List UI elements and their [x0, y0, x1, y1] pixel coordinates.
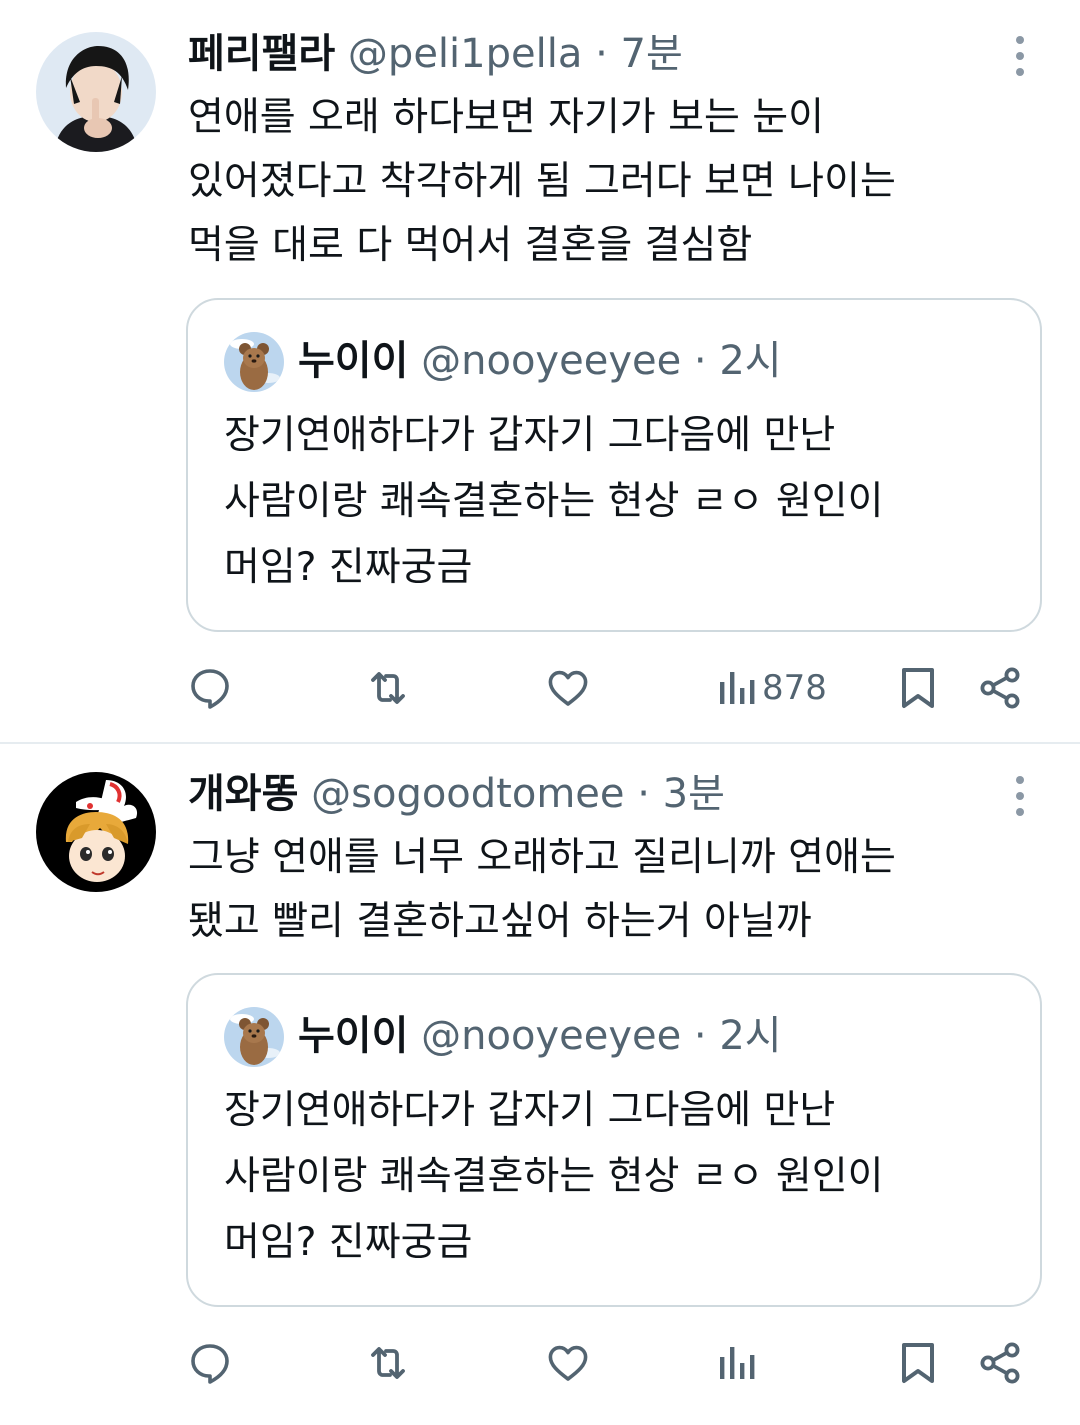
reply-button[interactable] — [186, 658, 234, 718]
share-icon — [980, 667, 1020, 709]
quoted-avatar — [224, 332, 284, 392]
tweet-header: 페리팰라 @peli1pella · 7분 — [188, 30, 990, 78]
bookmark-button[interactable] — [896, 658, 940, 718]
tweet[interactable]: 페리팰라 @peli1pella · 7분 연애를 오래 하다보면 자기가 보는… — [0, 0, 1080, 742]
share-button[interactable] — [976, 1333, 1024, 1393]
reply-icon — [191, 1344, 229, 1384]
quokka-avatar-image — [224, 1007, 284, 1067]
like-button[interactable] — [544, 658, 592, 718]
reply-button[interactable] — [186, 1333, 234, 1393]
quoted-tweet[interactable]: 누이이 @nooyeeyee · 2시 장기연애하다가 갑자기 그다음에 만난 … — [186, 298, 1042, 632]
quoted-text-line: 장기연애하다가 갑자기 그다음에 만난 — [224, 413, 836, 458]
quoted-display-name: 누이이 — [298, 1013, 409, 1059]
quoted-text-line: 머임? 진짜궁금 — [224, 1220, 473, 1265]
retweet-icon — [371, 672, 405, 704]
quoted-text: 장기연애하다가 갑자기 그다음에 만난 사람이랑 쾌속결혼하는 현상 ㄹㅇ 원인… — [224, 1078, 1010, 1276]
separator-dot: · — [595, 31, 608, 77]
avatar-image — [36, 32, 156, 152]
views-button[interactable] — [716, 1333, 756, 1393]
bookmark-icon — [902, 1343, 934, 1383]
tweet-header: 개와똥 @sogoodtomee · 3분 — [188, 770, 990, 818]
heart-icon — [548, 670, 588, 706]
quoted-text: 장기연애하다가 갑자기 그다음에 만난 사람이랑 쾌속결혼하는 현상 ㄹㅇ 원인… — [224, 403, 1010, 601]
like-button[interactable] — [544, 1333, 592, 1393]
tweet-text-line: 먹을 대로 다 먹어서 결혼을 결심함 — [188, 223, 753, 268]
action-bar — [0, 1333, 1080, 1393]
quoted-text-line: 머임? 진짜궁금 — [224, 545, 473, 590]
quoted-text-line: 장기연애하다가 갑자기 그다음에 만난 — [224, 1088, 836, 1133]
separator-dot: · — [693, 338, 707, 384]
bookmark-button[interactable] — [896, 1333, 940, 1393]
user-handle[interactable]: @sogoodtomee — [311, 771, 624, 817]
quoted-header: 누이이 @nooyeeyee · 2시 — [298, 1011, 1020, 1061]
display-name[interactable]: 개와똥 — [188, 771, 298, 817]
share-icon — [980, 1342, 1020, 1384]
display-name[interactable]: 페리팰라 — [188, 31, 335, 77]
reply-icon — [191, 669, 229, 709]
more-vertical-icon[interactable] — [1008, 32, 1032, 80]
timestamp[interactable]: 3분 — [663, 771, 725, 817]
avatar[interactable] — [36, 32, 156, 152]
views-button[interactable]: 878 — [716, 658, 827, 718]
quoted-timestamp: 2시 — [719, 338, 782, 384]
separator-dot: · — [637, 771, 650, 817]
separator-dot: · — [693, 1013, 707, 1059]
retweet-button[interactable] — [364, 1333, 412, 1393]
quoted-display-name: 누이이 — [298, 338, 409, 384]
views-count: 878 — [762, 668, 827, 708]
tweet[interactable]: 개와똥 @sogoodtomee · 3분 그냥 연애를 너무 오래하고 질리니… — [0, 744, 1080, 1425]
quoted-avatar — [224, 1007, 284, 1067]
quoted-text-line: 사람이랑 쾌속결혼하는 현상 ㄹㅇ 원인이 — [224, 1154, 884, 1199]
quoted-header: 누이이 @nooyeeyee · 2시 — [298, 336, 1020, 386]
user-handle[interactable]: @peli1pella — [348, 31, 582, 77]
action-bar: 878 — [0, 658, 1080, 718]
avatar-image — [36, 772, 156, 892]
tweet-text-line: 연애를 오래 하다보면 자기가 보는 눈이 — [188, 95, 825, 140]
tweet-text: 그냥 연애를 너무 오래하고 질리니까 연애는 됐고 빨리 결혼하고싶어 하는거… — [188, 826, 1020, 954]
tweet-text: 연애를 오래 하다보면 자기가 보는 눈이 있어졌다고 착각하게 됨 그러다 보… — [188, 86, 1020, 278]
more-vertical-icon[interactable] — [1008, 772, 1032, 820]
heart-icon — [548, 1345, 588, 1381]
quokka-avatar-image — [224, 332, 284, 392]
tweet-text-line: 그냥 연애를 너무 오래하고 질리니까 연애는 — [188, 835, 896, 880]
avatar[interactable] — [36, 772, 156, 892]
quoted-timestamp: 2시 — [719, 1013, 782, 1059]
retweet-icon — [371, 1347, 405, 1379]
quoted-user-handle: @nooyeeyee — [421, 338, 682, 384]
tweet-text-line: 있어졌다고 착각하게 됨 그러다 보면 나이는 — [188, 159, 896, 204]
views-chart-icon — [720, 672, 755, 704]
timestamp[interactable]: 7분 — [621, 31, 683, 77]
bookmark-icon — [902, 668, 934, 708]
retweet-button[interactable] — [364, 658, 412, 718]
quoted-user-handle: @nooyeeyee — [421, 1013, 682, 1059]
views-chart-icon — [720, 1347, 755, 1379]
quoted-tweet[interactable]: 누이이 @nooyeeyee · 2시 장기연애하다가 갑자기 그다음에 만난 … — [186, 973, 1042, 1307]
tweet-text-line: 됐고 빨리 결혼하고싶어 하는거 아닐까 — [188, 899, 812, 944]
share-button[interactable] — [976, 658, 1024, 718]
quoted-text-line: 사람이랑 쾌속결혼하는 현상 ㄹㅇ 원인이 — [224, 479, 884, 524]
